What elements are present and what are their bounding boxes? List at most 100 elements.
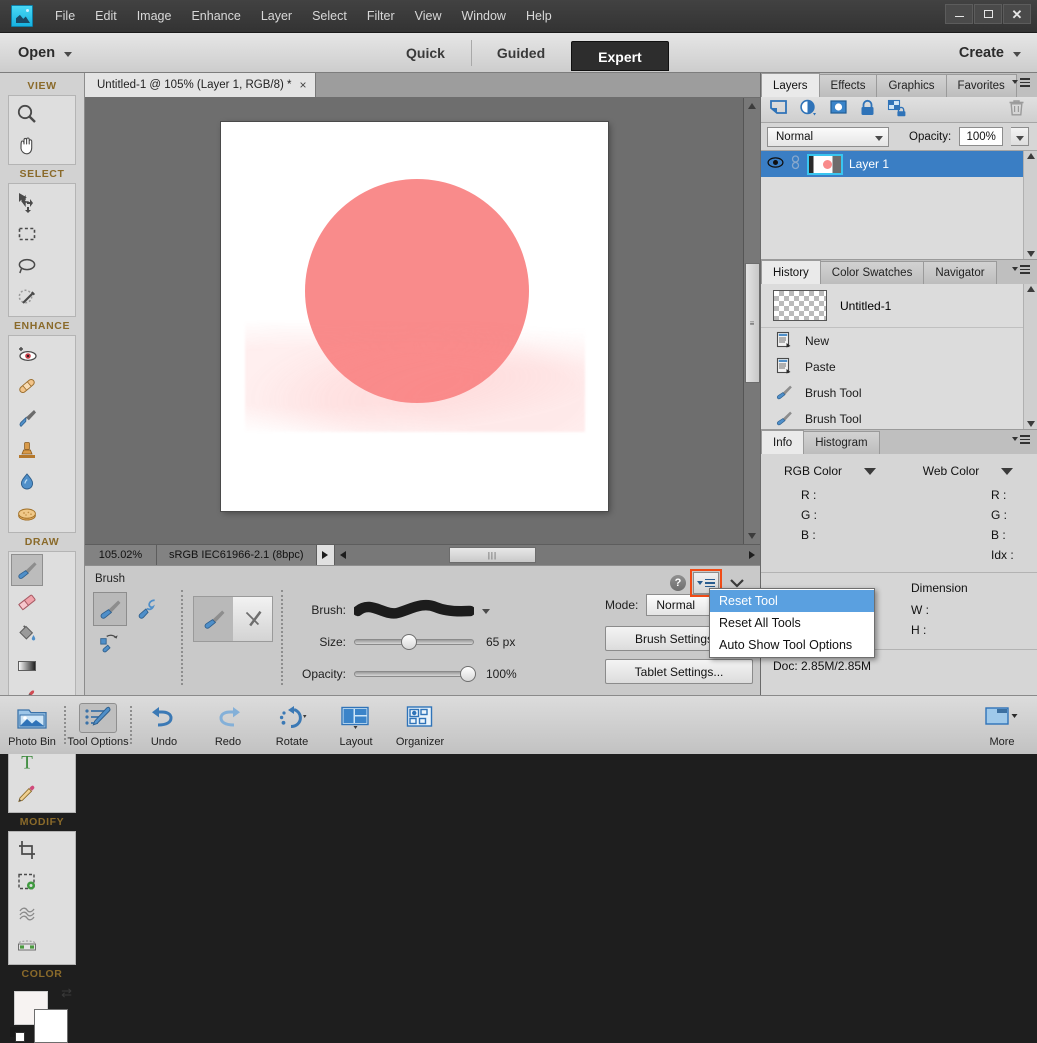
lasso-tool-button[interactable] <box>11 250 43 282</box>
new-layer-button[interactable] <box>769 99 788 120</box>
straighten-tool-button[interactable] <box>11 930 43 962</box>
info-left-mode-select[interactable]: RGB Color <box>761 460 899 482</box>
lock-all-button[interactable] <box>859 99 876 120</box>
menu-item-reset-tool[interactable]: Reset Tool <box>710 590 874 612</box>
image-canvas[interactable] <box>221 121 608 511</box>
layer-opacity-dropdown[interactable] <box>1011 127 1030 146</box>
help-icon[interactable]: ? <box>670 575 686 591</box>
background-color-swatch[interactable] <box>34 1009 68 1043</box>
create-button[interactable]: Create <box>959 45 1021 61</box>
taskbar-item-rotate[interactable]: Rotate <box>260 698 324 753</box>
layer-thumbnail[interactable] <box>807 153 843 175</box>
default-colors-icon[interactable] <box>10 1027 25 1042</box>
layer-opacity-value[interactable]: 100% <box>959 127 1004 146</box>
taskbar-item-more[interactable]: More <box>975 698 1029 753</box>
gradient-tool-button[interactable] <box>11 650 43 682</box>
brush-preset-button[interactable] <box>194 597 233 641</box>
taskbar-item-undo[interactable]: Undo <box>132 698 196 753</box>
maximize-button[interactable] <box>974 4 1002 24</box>
history-panel-menu-button[interactable] <box>1012 265 1030 274</box>
menu-item-help[interactable]: Help <box>516 0 562 32</box>
canvas-area[interactable]: ≡ <box>85 98 760 544</box>
swap-colors-icon[interactable]: ⇄ <box>61 985 72 1001</box>
adjustment-layer-button[interactable] <box>799 99 818 120</box>
layer-mask-button[interactable] <box>829 99 848 120</box>
layer-visibility-toggle[interactable] <box>767 156 784 172</box>
menu-item-image[interactable]: Image <box>127 0 182 32</box>
tab-guided[interactable]: Guided <box>470 33 571 73</box>
taskbar-item-organizer[interactable]: Organizer <box>388 698 452 753</box>
impressionist-brush-tool-option-button[interactable] <box>130 592 164 626</box>
vertical-scroll-track[interactable]: ≡ <box>744 114 761 528</box>
layer-name[interactable]: Layer 1 <box>849 157 889 171</box>
history-state-row[interactable]: Paste <box>761 354 1037 380</box>
brush-tool-option-button[interactable] <box>93 592 127 626</box>
red-eye-removal-tool-button[interactable] <box>11 338 43 370</box>
close-button[interactable]: ✕ <box>1003 4 1031 24</box>
history-state-row[interactable]: Brush Tool <box>761 406 1037 429</box>
open-button[interactable]: Open <box>18 45 73 61</box>
paint-bucket-tool-button[interactable] <box>11 618 43 650</box>
taskbar-item-layout[interactable]: Layout <box>324 698 388 753</box>
opacity-slider-knob[interactable] <box>460 666 476 682</box>
layers-panel-menu-button[interactable] <box>1012 78 1030 87</box>
brush-tool-button[interactable] <box>11 554 43 586</box>
sponge-tool-button[interactable] <box>11 498 43 530</box>
menu-item-auto-show-tool-options[interactable]: Auto Show Tool Options <box>710 634 874 656</box>
document-tab[interactable]: Untitled-1 @ 105% (Layer 1, RGB/8) * × <box>85 72 316 97</box>
horizontal-scroll-thumb[interactable]: ||| <box>449 547 536 563</box>
pencil-tool-button[interactable] <box>11 778 43 810</box>
menu-item-reset-all-tools[interactable]: Reset All Tools <box>710 612 874 634</box>
rectangular-marquee-tool-button[interactable] <box>11 218 43 250</box>
tab-color-swatches[interactable]: Color Swatches <box>819 261 925 284</box>
menu-item-view[interactable]: View <box>405 0 452 32</box>
recompose-tool-button[interactable] <box>11 866 43 898</box>
airbrush-button[interactable] <box>233 597 272 641</box>
smart-brush-tool-button[interactable] <box>11 402 43 434</box>
menu-item-layer[interactable]: Layer <box>251 0 302 32</box>
layers-scrollbar[interactable] <box>1023 151 1037 259</box>
opacity-slider[interactable] <box>354 666 476 682</box>
info-right-mode-select[interactable]: Web Color <box>899 460 1037 482</box>
horizontal-scroll-track[interactable]: ||| <box>352 545 743 565</box>
layer-row[interactable]: Layer 1 <box>761 151 1037 177</box>
tab-favorites[interactable]: Favorites <box>945 74 1017 97</box>
scroll-up-arrow[interactable] <box>1026 153 1035 159</box>
scroll-left-arrow[interactable] <box>335 545 352 565</box>
menu-item-select[interactable]: Select <box>302 0 357 32</box>
scroll-down-arrow[interactable] <box>744 528 761 544</box>
tab-graphics[interactable]: Graphics <box>876 74 947 97</box>
taskbar-item-photo-bin[interactable]: Photo Bin <box>0 698 64 753</box>
scroll-up-arrow[interactable] <box>744 98 761 114</box>
hand-tool-button[interactable] <box>11 130 43 162</box>
size-slider-knob[interactable] <box>401 634 417 650</box>
scroll-right-arrow[interactable] <box>743 545 760 565</box>
canvas-vertical-scrollbar[interactable]: ≡ <box>743 98 760 544</box>
quick-selection-tool-button[interactable] <box>11 282 43 314</box>
menu-item-window[interactable]: Window <box>452 0 516 32</box>
history-snapshot-row[interactable]: Untitled-1 <box>761 284 1037 328</box>
tab-layers[interactable]: Layers <box>761 73 820 97</box>
brush-stroke-preview[interactable] <box>354 597 474 623</box>
menu-item-enhance[interactable]: Enhance <box>181 0 250 32</box>
tablet-settings-button[interactable]: Tablet Settings... <box>605 659 753 684</box>
move-tool-button[interactable] <box>11 186 43 218</box>
status-expand-arrow[interactable] <box>316 545 335 565</box>
menu-item-filter[interactable]: Filter <box>357 0 405 32</box>
content-aware-move-tool-button[interactable] <box>11 898 43 930</box>
tab-navigator[interactable]: Navigator <box>923 261 997 284</box>
layer-link-toggle[interactable] <box>790 155 801 173</box>
history-state-row[interactable]: New <box>761 328 1037 354</box>
menu-item-file[interactable]: File <box>45 0 85 32</box>
close-icon[interactable]: × <box>299 78 306 92</box>
tab-expert[interactable]: Expert <box>571 41 669 71</box>
size-slider[interactable] <box>354 634 474 650</box>
vertical-scroll-thumb[interactable]: ≡ <box>744 263 760 384</box>
history-scrollbar[interactable] <box>1023 284 1037 429</box>
chevron-down-icon[interactable] <box>482 609 490 614</box>
lock-transparency-button[interactable] <box>887 99 907 120</box>
menu-item-edit[interactable]: Edit <box>85 0 127 32</box>
eraser-tool-button[interactable] <box>11 586 43 618</box>
minimize-button[interactable] <box>945 4 973 24</box>
tab-quick[interactable]: Quick <box>380 33 471 73</box>
